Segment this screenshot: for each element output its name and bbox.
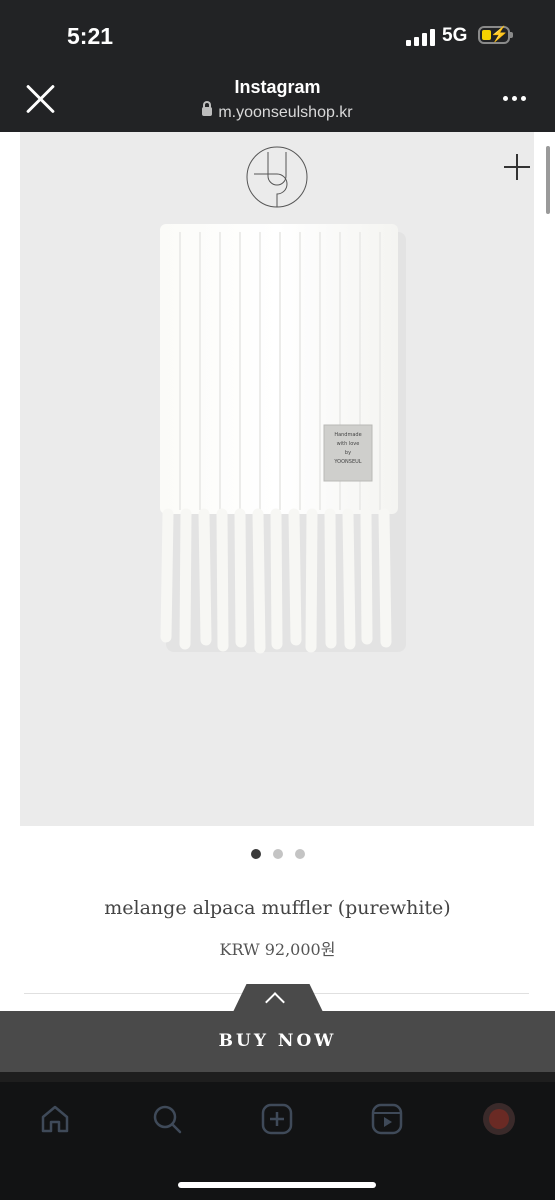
reels-icon[interactable]: [370, 1102, 404, 1136]
muffler-photo: [160, 224, 406, 654]
battery-icon: ⚡: [478, 26, 513, 44]
home-indicator: [178, 1182, 376, 1188]
carousel-dots: [0, 849, 555, 859]
product-price: KRW 92,000원: [219, 940, 336, 959]
carousel-dot-1[interactable]: [250, 849, 261, 859]
bottom-strip: [0, 1072, 555, 1082]
status-time: 5:21: [67, 23, 114, 49]
browser-title: Instagram: [234, 77, 321, 97]
create-icon[interactable]: [260, 1102, 294, 1136]
product-image[interactable]: Handmade with love by YOONSEUL: [20, 132, 534, 826]
search-icon[interactable]: [150, 1102, 184, 1136]
signal-icon: [406, 29, 436, 46]
scroll-indicator: [546, 146, 550, 214]
home-icon[interactable]: [38, 1102, 72, 1136]
browser-url: m.yoonseulshop.kr: [0, 101, 555, 122]
carousel-dot-3[interactable]: [294, 849, 305, 859]
more-options-button[interactable]: [503, 96, 527, 102]
url-text: m.yoonseulshop.kr: [218, 104, 353, 121]
expand-tab[interactable]: [233, 984, 323, 1012]
network-label: 5G: [442, 25, 468, 46]
top-bar: 5:21 5G ⚡ Instagram m.yoonseulshop.kr: [0, 0, 555, 132]
product-label: Handmade with love by YOONSEUL: [334, 432, 362, 465]
carousel-dot-2[interactable]: [272, 849, 283, 859]
chevron-up-icon: [265, 992, 285, 1012]
lock-icon: [202, 101, 213, 117]
buy-now-button[interactable]: BUY NOW: [0, 1011, 555, 1072]
profile-avatar[interactable]: [482, 1102, 516, 1136]
product-name: melange alpaca muffler (purewhite): [104, 897, 451, 919]
